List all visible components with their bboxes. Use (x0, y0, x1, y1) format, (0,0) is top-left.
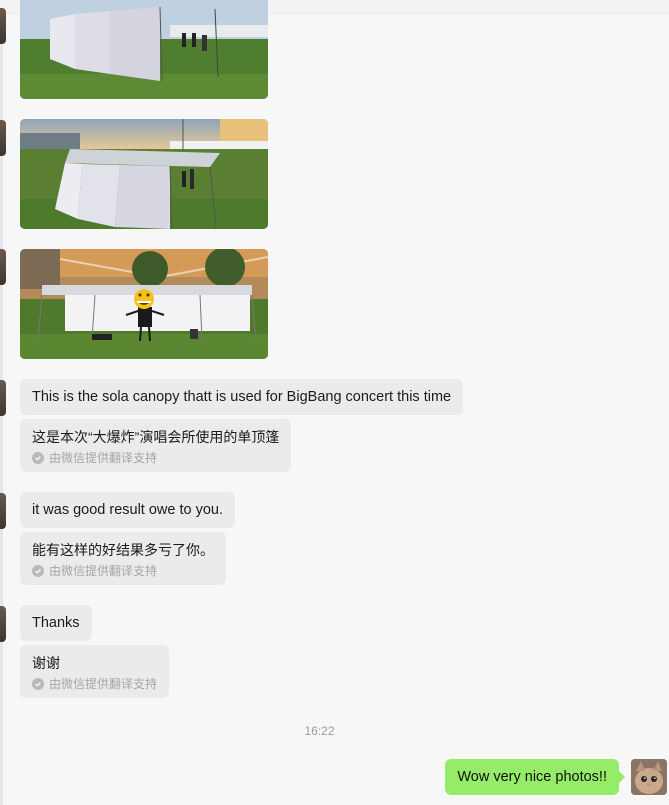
image-message[interactable] (20, 0, 268, 99)
sender-avatar[interactable] (0, 8, 6, 44)
translation-text: 谢谢 (32, 655, 60, 671)
translation-block[interactable]: 谢谢 由微信提供翻译支持 (20, 645, 170, 698)
sender-avatar[interactable] (0, 120, 6, 156)
image-message[interactable] (20, 119, 268, 229)
cat-avatar-image (631, 759, 667, 795)
incoming-message[interactable]: This is the sola canopy thatt is used fo… (20, 379, 464, 415)
incoming-message[interactable]: Thanks (20, 605, 92, 641)
message-text: Wow very nice photos!! (457, 769, 607, 785)
message-text: Thanks (32, 615, 80, 631)
sender-avatar[interactable] (0, 249, 6, 285)
message-timestamp: 16:22 (304, 724, 335, 738)
sender-avatar[interactable] (0, 380, 6, 416)
message-text: it was good result owe to you. (32, 502, 224, 518)
outgoing-message[interactable]: Wow very nice photos!! (445, 759, 625, 795)
translation-block[interactable]: 这是本次“大爆炸”演唱会所使用的单顶篷 由微信提供翻译支持 (20, 419, 292, 472)
translation-block[interactable]: 能有这样的好结果多亏了你。 由微信提供翻译支持 (20, 532, 226, 585)
check-circle-icon (32, 678, 44, 690)
check-circle-icon (32, 452, 44, 464)
check-circle-icon (32, 565, 44, 577)
translation-credit-text: 由微信提供翻译支持 (49, 451, 158, 465)
translation-credit-text: 由微信提供翻译支持 (49, 677, 158, 691)
translation-text: 能有这样的好结果多亏了你。 (32, 542, 214, 558)
sender-avatar[interactable] (0, 493, 6, 529)
image-message[interactable] (20, 249, 268, 359)
emoji-face-icon (134, 289, 154, 309)
translation-credit: 由微信提供翻译支持 (32, 676, 157, 692)
translation-credit: 由微信提供翻译支持 (32, 450, 279, 466)
incoming-message[interactable]: it was good result owe to you. (20, 492, 236, 528)
canopy-photo-1 (20, 0, 268, 99)
canopy-photo-3 (20, 249, 268, 359)
translation-credit-text: 由微信提供翻译支持 (49, 564, 158, 578)
sender-avatar[interactable] (0, 606, 6, 642)
translation-credit: 由微信提供翻译支持 (32, 563, 214, 579)
my-avatar[interactable] (631, 759, 667, 795)
canopy-photo-2 (20, 119, 268, 229)
message-text: This is the sola canopy thatt is used fo… (32, 389, 452, 405)
translation-text: 这是本次“大爆炸”演唱会所使用的单顶篷 (32, 429, 280, 445)
